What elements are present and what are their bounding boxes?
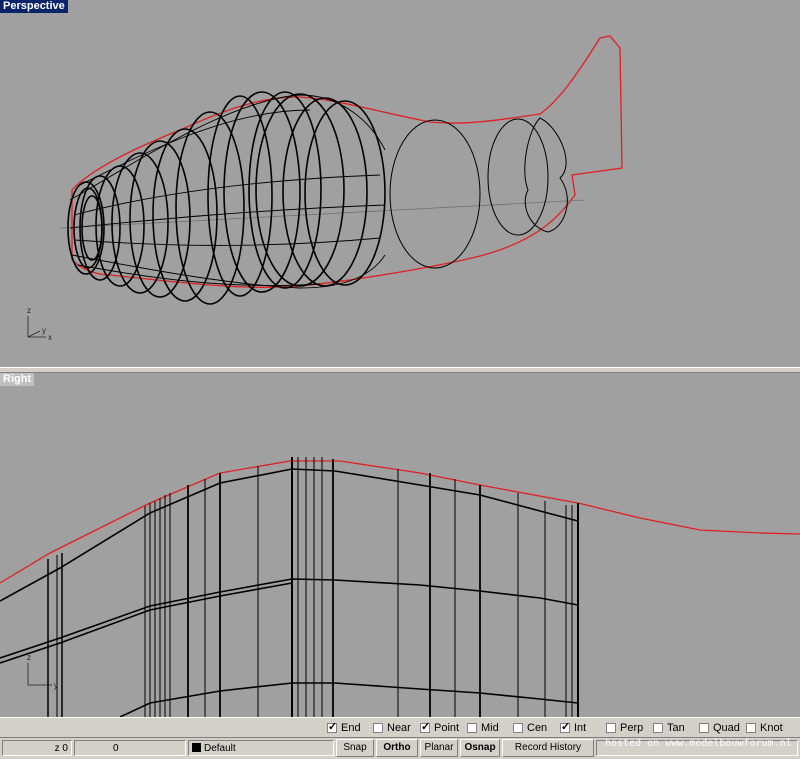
planar-button[interactable]: Planar [420,739,458,757]
perspective-viewport[interactable]: Perspective z x y [0,0,800,367]
osnap-near[interactable]: Near [373,721,411,735]
osnap-mid[interactable]: Mid [467,721,499,735]
viewport-title-right[interactable]: Right [0,373,35,386]
vertical-frames [47,457,579,717]
osnap-tan[interactable]: Tan [653,721,685,735]
osnap-point-checkbox[interactable] [420,720,430,734]
osnap-end-checkbox[interactable] [327,720,337,734]
osnap-end[interactable]: End [327,720,361,735]
osnap-near-checkbox[interactable] [373,723,383,733]
osnap-cen[interactable]: Cen [513,721,547,735]
viewport-title-perspective[interactable]: Perspective [0,0,68,13]
axis-label-y: y [42,326,46,335]
profile-lines [0,468,579,717]
osnap-button[interactable]: Osnap [460,739,500,757]
osnap-quad-checkbox[interactable] [699,723,709,733]
layer-selector[interactable]: Default [188,740,334,756]
profile-outline [0,460,800,584]
right-scene: z y [0,457,800,717]
osnap-knot[interactable]: Knot [746,721,783,735]
osnap-point[interactable]: Point [420,720,459,735]
ortho-button[interactable]: Ortho [376,739,418,757]
axis-label-z: z [27,306,31,315]
layer-name: Default [204,743,236,754]
axis-label-x: x [48,333,52,342]
layer-color-swatch [192,743,201,752]
centerline [59,199,586,229]
osnap-tan-checkbox[interactable] [653,723,663,733]
rear-bulkheads [389,117,568,269]
osnap-quad[interactable]: Quad [699,721,740,735]
status-z-coord: z 0 [2,740,72,756]
osnap-int-checkbox[interactable] [560,720,570,734]
osnap-perp[interactable]: Perp [606,721,643,735]
record-history-button[interactable]: Record History [502,739,594,757]
snap-button[interactable]: Snap [336,739,374,757]
status-value: 0 [74,740,186,756]
osnap-bar: End Near Point Mid Cen Int Perp Tan Quad… [0,717,800,738]
axis-label-y-right: y [54,681,58,690]
osnap-knot-checkbox[interactable] [746,723,756,733]
perspective-scene: z x y [27,35,623,342]
watermark: hosted on www.modelbouwforum.nl [605,738,792,749]
osnap-int[interactable]: Int [560,720,586,735]
osnap-cen-checkbox[interactable] [513,723,523,733]
axis-label-z-right: z [27,653,31,662]
right-viewport[interactable]: Right z y [0,373,800,717]
osnap-mid-checkbox[interactable] [467,723,477,733]
bulkhead-rings [67,91,386,305]
osnap-perp-checkbox[interactable] [606,723,616,733]
